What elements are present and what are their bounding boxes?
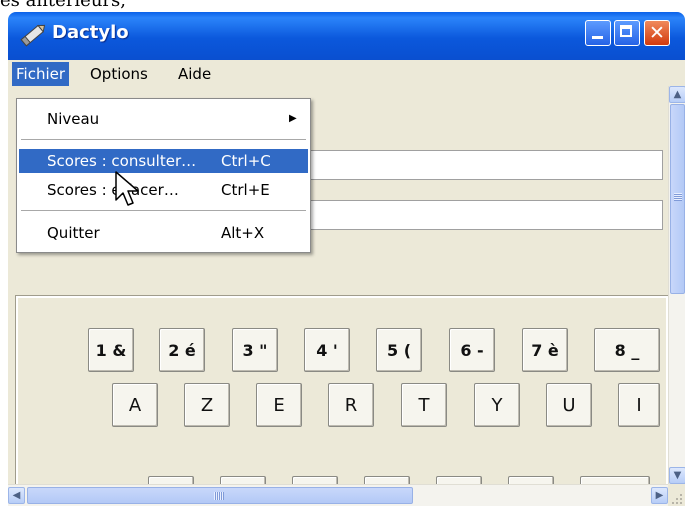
resize-grip-icon[interactable] <box>668 484 685 506</box>
scroll-left-icon[interactable]: ◀ <box>8 487 25 504</box>
fichier-dropdown-menu: Niveau ▶ Scores : consulter… Ctrl+C Scor… <box>16 98 311 253</box>
menu-fichier[interactable]: Fichier <box>12 62 70 86</box>
vertical-scroll-thumb[interactable] <box>670 104 685 294</box>
menu-aide[interactable]: Aide <box>174 62 215 86</box>
key-i[interactable]: I <box>618 383 660 427</box>
menu-item-niveau[interactable]: Niveau ▶ <box>19 107 308 131</box>
key-z[interactable]: Z <box>184 383 230 427</box>
key-1[interactable]: 1 & <box>88 328 134 372</box>
text-display-1 <box>288 150 663 180</box>
maximize-button[interactable] <box>614 20 640 46</box>
key-r[interactable]: R <box>328 383 374 427</box>
scroll-right-icon[interactable]: ▶ <box>651 487 668 504</box>
menu-item-label: Quitter <box>47 224 100 242</box>
close-icon: ✕ <box>649 22 665 44</box>
key-4[interactable]: 4 ' <box>304 328 350 372</box>
mouse-pointer-icon <box>115 171 139 206</box>
key-t[interactable]: T <box>401 383 447 427</box>
menu-bar: Fichier Options Aide <box>8 62 685 86</box>
horizontal-scroll-thumb[interactable] <box>27 487 413 504</box>
page-text-fragment: es antérieurs, <box>0 0 126 11</box>
menu-options[interactable]: Options <box>86 62 152 86</box>
menu-item-scores-effacer[interactable]: Scores : effacer… Ctrl+E <box>19 178 308 202</box>
menu-item-shortcut: Ctrl+C <box>221 152 271 170</box>
vertical-scrollbar[interactable]: ▲ ▼ <box>668 86 685 484</box>
scroll-down-icon[interactable]: ▼ <box>669 467 685 484</box>
key-5[interactable]: 5 ( <box>376 328 422 372</box>
menu-item-scores-consulter[interactable]: Scores : consulter… Ctrl+C <box>19 149 308 173</box>
menu-item-shortcut: Ctrl+E <box>221 181 270 199</box>
key-e[interactable]: E <box>256 383 302 427</box>
menu-separator <box>21 210 306 212</box>
menu-item-label: Scores : effacer… <box>47 181 179 199</box>
key-u[interactable]: U <box>546 383 592 427</box>
key-2[interactable]: 2 é <box>159 328 205 372</box>
key-3[interactable]: 3 " <box>232 328 278 372</box>
menu-item-label: Niveau <box>47 110 100 128</box>
menu-separator <box>21 139 306 141</box>
key-6[interactable]: 6 - <box>449 328 495 372</box>
virtual-keyboard: 1 & 2 é 3 " 4 ' 5 ( 6 - 7 è 8 _ A Z E R … <box>15 295 669 497</box>
key-7[interactable]: 7 è <box>522 328 568 372</box>
app-window: Dactylo ✕ Fichier Options Aide 1 & 2 é 3… <box>8 12 685 506</box>
scroll-up-icon[interactable]: ▲ <box>669 86 685 103</box>
pencil-icon <box>20 24 46 47</box>
key-8[interactable]: 8 _ <box>594 328 660 372</box>
close-button[interactable]: ✕ <box>644 20 670 46</box>
title-bar[interactable]: Dactylo ✕ <box>8 12 685 60</box>
submenu-arrow-icon: ▶ <box>289 113 297 124</box>
key-y[interactable]: Y <box>474 383 520 427</box>
horizontal-scrollbar[interactable]: ◀ ▶ <box>8 484 668 506</box>
menu-item-quitter[interactable]: Quitter Alt+X <box>19 221 308 245</box>
window-title: Dactylo <box>52 22 129 43</box>
menu-item-shortcut: Alt+X <box>221 224 265 242</box>
key-a[interactable]: A <box>112 383 158 427</box>
minimize-button[interactable] <box>585 20 611 46</box>
text-input-2[interactable] <box>288 200 663 230</box>
